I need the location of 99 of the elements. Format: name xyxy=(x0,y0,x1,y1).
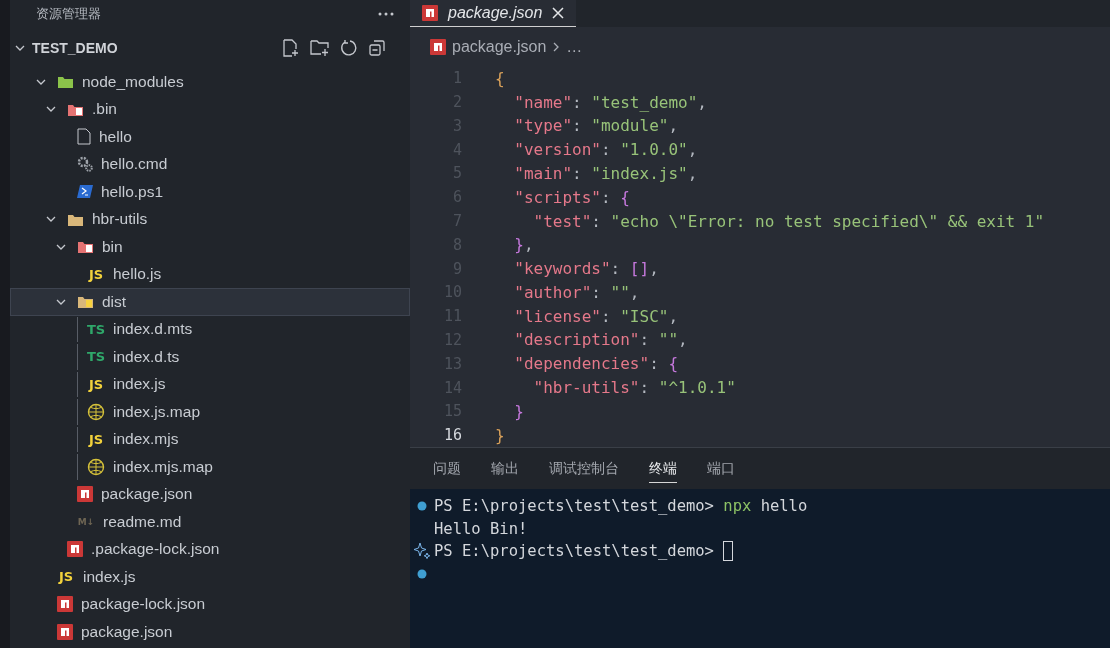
terminal-icon xyxy=(77,184,93,200)
ts-icon: TS xyxy=(87,321,105,337)
file-name: .package-lock.json xyxy=(91,540,220,559)
file-name: hello.ps1 xyxy=(101,182,164,201)
editor-tab[interactable]: package.json xyxy=(410,0,577,28)
code-line: } xyxy=(495,425,505,445)
tree-item[interactable]: bin xyxy=(10,233,410,261)
code-line: "hbr-utils": "^1.0.1" xyxy=(532,378,736,398)
npm-icon xyxy=(422,5,438,22)
code-line: "author": "", xyxy=(513,282,640,302)
code-line: "license": "ISC", xyxy=(513,306,679,326)
close-icon[interactable] xyxy=(552,7,565,20)
code-line: "name": "test_demo", xyxy=(513,92,707,112)
file-name: index.mjs xyxy=(113,430,179,449)
file-name: hello.js xyxy=(113,265,162,284)
panel-tab[interactable]: 输出 xyxy=(491,454,519,484)
code-line: "dependencies": { xyxy=(513,354,679,374)
file-name: index.js xyxy=(83,567,136,586)
file-name: index.js.map xyxy=(113,402,200,421)
panel-tab[interactable]: 问题 xyxy=(433,454,461,484)
collapse-icon[interactable] xyxy=(368,39,386,57)
folder-icon xyxy=(77,294,94,310)
tree-item[interactable]: hello xyxy=(10,123,410,151)
code-line: "version": "1.0.0", xyxy=(513,140,698,160)
file-name: hello.cmd xyxy=(101,155,168,174)
terminal-line: Hello Bin! xyxy=(434,519,528,538)
file-name: readme.md xyxy=(103,512,182,531)
js-icon: JS xyxy=(57,569,75,585)
code-line: "scripts": { xyxy=(513,187,630,207)
new-file-icon[interactable] xyxy=(282,39,300,57)
breadcrumb-item[interactable]: package.json xyxy=(452,37,547,56)
project-name[interactable]: TEST_DEMO xyxy=(32,40,276,56)
file-name: bin xyxy=(102,237,123,256)
tree-item[interactable]: hbr-utils xyxy=(10,205,410,233)
panel-tab[interactable]: 终端 xyxy=(649,454,677,484)
new-folder-icon[interactable] xyxy=(310,39,330,57)
tree-item[interactable]: hello.cmd xyxy=(10,150,410,178)
terminal-line: PS E:\projects\test\test_demo> npx hello xyxy=(434,497,808,516)
terminal-line: PS E:\projects\test\test_demo> xyxy=(434,542,715,561)
code-line: "main": "index.js", xyxy=(513,163,698,183)
file-name: dist xyxy=(102,292,127,311)
file-name: index.js xyxy=(113,375,166,394)
npm-icon xyxy=(57,596,73,613)
status-dot-icon[interactable] xyxy=(417,501,427,512)
tree-item[interactable]: .bin xyxy=(10,95,410,123)
file-name: package.json xyxy=(81,622,173,641)
globe-icon xyxy=(87,402,105,421)
tab-label: package.json xyxy=(448,4,543,23)
code-line: "description": "", xyxy=(513,330,688,350)
gear-icon xyxy=(77,156,93,173)
code-line: { xyxy=(495,68,505,88)
file-name: hbr-utils xyxy=(92,210,148,229)
file-name: hello xyxy=(99,127,132,146)
status-dot-icon[interactable] xyxy=(417,568,427,579)
js-icon: JS xyxy=(87,266,105,282)
ts-icon: TS xyxy=(87,349,105,365)
tree-item[interactable]: dist xyxy=(10,288,410,316)
file-icon xyxy=(77,128,91,146)
code-line: "keywords": [], xyxy=(513,259,659,279)
panel-tab[interactable]: 端口 xyxy=(707,454,735,484)
breadcrumb-item[interactable]: … xyxy=(566,37,583,56)
file-name: .bin xyxy=(92,100,117,119)
terminal[interactable]: PS E:\projects\test\test_demo> npx hello Hello Bin! PS E:\projects\test\test_demo> xyxy=(410,489,1110,648)
code-line: "type": "module", xyxy=(513,116,679,136)
tree-item[interactable]: M↓ readme.md xyxy=(10,508,410,536)
folder-icon xyxy=(77,239,94,255)
more-icon[interactable] xyxy=(378,12,394,16)
npm-icon xyxy=(67,541,83,558)
tree-item[interactable]: package.json xyxy=(10,618,410,646)
npm-icon xyxy=(77,486,93,503)
sidebar-title: 资源管理器 xyxy=(36,5,101,23)
tree-item[interactable]: package.json xyxy=(10,480,410,508)
tree-item[interactable]: JS index.js xyxy=(10,563,410,591)
file-name: index.d.mts xyxy=(113,320,193,339)
js-icon: JS xyxy=(87,431,105,447)
tree-item[interactable]: hello.ps1 xyxy=(10,178,410,206)
tree-item[interactable]: node_modules xyxy=(10,68,410,96)
tree-item[interactable]: package-lock.json xyxy=(10,590,410,618)
panel-tab[interactable]: 调试控制台 xyxy=(549,454,619,484)
tree-item[interactable]: .package-lock.json xyxy=(10,535,410,563)
sparkle-icon[interactable] xyxy=(413,542,431,561)
file-name: index.mjs.map xyxy=(113,457,213,476)
line-number: 16 xyxy=(442,426,462,445)
file-name: index.d.ts xyxy=(113,347,180,366)
tree-item[interactable]: JS hello.js xyxy=(10,260,410,288)
code-line: } xyxy=(513,401,524,421)
chevron-icon xyxy=(552,40,561,53)
refresh-icon[interactable] xyxy=(340,39,358,57)
npm-icon xyxy=(57,623,73,640)
js-icon: JS xyxy=(87,376,105,392)
markdown-icon: M↓ xyxy=(77,516,95,527)
npm-icon xyxy=(430,38,446,55)
file-name: package.json xyxy=(101,485,193,504)
folder-icon xyxy=(57,74,74,90)
file-name: node_modules xyxy=(82,72,184,91)
code-line: }, xyxy=(513,235,534,255)
globe-icon xyxy=(87,457,105,476)
file-name: package-lock.json xyxy=(81,595,206,614)
code-line: "test": "echo \"Error: no test specified\" && exit 1" xyxy=(532,211,1045,231)
